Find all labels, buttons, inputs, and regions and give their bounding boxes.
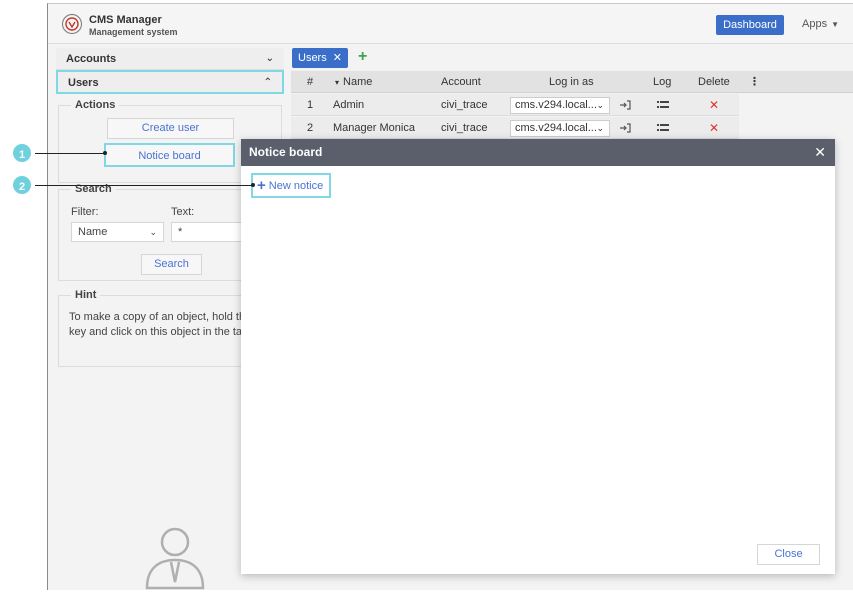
column-menu-icon[interactable]: ⋮ (749, 71, 760, 93)
col-delete: Delete (698, 76, 730, 88)
notice-board-button[interactable]: Notice board (104, 143, 235, 167)
log-list-icon[interactable] (657, 123, 669, 133)
login-as-value: cms.v294.local... (515, 122, 597, 134)
close-icon[interactable]: ✕ (814, 144, 826, 160)
callout-1-line (35, 153, 105, 154)
accordion-users-label: Users (68, 77, 99, 89)
row-account: civi_trace (441, 122, 488, 134)
app-subtitle: Management system (89, 27, 178, 37)
col-name[interactable]: ▾ Name (335, 71, 372, 93)
callout-1-dot (103, 151, 107, 155)
chevron-down-icon: ⌄ (265, 53, 274, 64)
row-name: Admin (333, 99, 365, 111)
row-num: 1 (307, 99, 314, 111)
table-row[interactable]: 1 Admin civi_trace cms.v294.local... ⌄ ✕ (291, 94, 739, 116)
dialog-header: Notice board ✕ (241, 139, 835, 166)
filter-label: Filter: (71, 206, 99, 218)
delete-icon[interactable]: ✕ (709, 117, 719, 139)
new-notice-label: New notice (268, 180, 324, 192)
tab-users-label: Users (298, 52, 327, 64)
tab-users[interactable]: Users ✕ (292, 48, 348, 68)
sort-icon: ▾ (335, 78, 340, 87)
plus-icon: + (257, 177, 266, 194)
new-notice-button[interactable]: + New notice (251, 173, 331, 198)
row-name: Manager Monica (333, 122, 415, 134)
log-list-icon[interactable] (657, 100, 669, 110)
login-as-value: cms.v294.local... (515, 99, 597, 111)
accordion-accounts-label: Accounts (66, 53, 117, 65)
apps-menu[interactable]: Apps ▼ (802, 18, 839, 30)
login-as-select[interactable]: cms.v294.local... ⌄ (510, 97, 610, 114)
app-logo-icon (61, 13, 83, 35)
close-tab-icon[interactable]: ✕ (333, 52, 342, 64)
accordion-users[interactable]: Users ⌃ (56, 70, 284, 94)
chevron-down-icon: ⌄ (596, 123, 604, 133)
search-button[interactable]: Search (141, 254, 202, 275)
text-label: Text: (171, 206, 195, 218)
filter-select[interactable]: Name ⌄ (71, 222, 164, 242)
dialog-title: Notice board (249, 145, 323, 159)
table-header: # ▾ Name Account Log in as Log Delete ⋮ (291, 71, 853, 93)
col-account: Account (441, 76, 481, 88)
callout-2: 2 (11, 174, 33, 196)
callout-2-line (35, 185, 253, 186)
col-name-label: Name (343, 76, 373, 88)
row-num: 2 (307, 122, 314, 134)
col-log: Log (653, 76, 672, 88)
dashboard-button[interactable]: Dashboard (716, 15, 784, 35)
close-button[interactable]: Close (757, 544, 820, 565)
hint-legend: Hint (71, 289, 101, 301)
text-input-value: * (178, 226, 183, 238)
notice-board-dialog: Notice board ✕ + New notice Close (241, 139, 835, 574)
chevron-up-icon: ⌃ (263, 77, 272, 88)
actions-legend: Actions (71, 99, 120, 111)
caret-down-icon: ▼ (831, 20, 839, 29)
app-header: CMS Manager Management system Dashboard … (48, 4, 853, 44)
row-account: civi_trace (441, 99, 488, 111)
apps-menu-label: Apps (802, 18, 828, 30)
table-row[interactable]: 2 Manager Monica civi_trace cms.v294.loc… (291, 117, 739, 139)
callout-2-dot (251, 183, 255, 187)
callout-1: 1 (11, 142, 33, 164)
delete-icon[interactable]: ✕ (709, 94, 719, 116)
login-as-select[interactable]: cms.v294.local... ⌄ (510, 120, 610, 137)
add-tab-icon[interactable]: + (358, 48, 367, 66)
login-enter-icon[interactable] (619, 99, 631, 111)
accordion-accounts[interactable]: Accounts ⌄ (56, 48, 284, 70)
chevron-down-icon: ⌄ (596, 100, 604, 110)
user-avatar-icon (145, 527, 205, 590)
col-num: # (307, 76, 314, 88)
filter-select-value: Name (78, 226, 108, 238)
app-title: CMS Manager (89, 14, 162, 26)
chevron-down-icon: ⌄ (149, 227, 157, 237)
create-user-button[interactable]: Create user (107, 118, 234, 139)
login-enter-icon[interactable] (619, 122, 631, 134)
col-login-as: Log in as (549, 76, 594, 88)
